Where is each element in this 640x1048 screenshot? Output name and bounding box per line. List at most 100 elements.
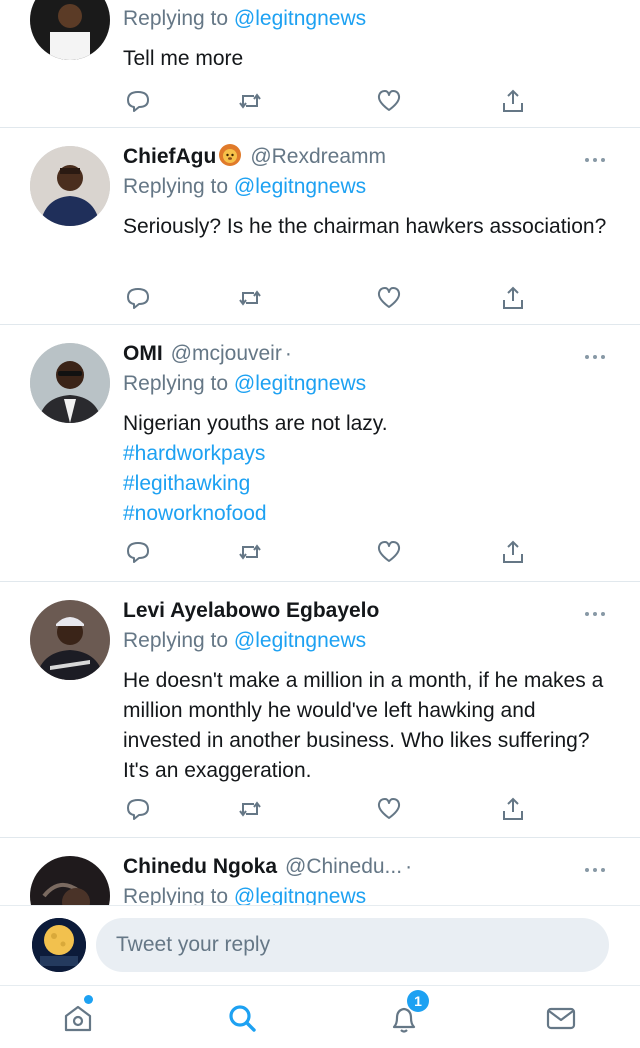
retweet-icon	[235, 794, 265, 824]
share-icon	[498, 794, 528, 824]
reply-prefix: Replying to	[123, 175, 229, 198]
lion-face-icon	[218, 143, 242, 167]
reply-handle-link[interactable]: @legitngnews	[234, 885, 366, 905]
like-icon	[374, 283, 404, 313]
hashtag-link[interactable]: #noworknofood	[123, 499, 610, 529]
reply-icon	[123, 86, 153, 116]
share-icon	[498, 537, 528, 567]
like-button[interactable]	[374, 283, 404, 313]
share-button[interactable]	[498, 86, 528, 116]
tweet-item[interactable]: Chinedu Ngoka @Chinedu... · Replying to @l…	[0, 838, 640, 905]
tweet-item[interactable]: ChiefAgu @Rexdreamm Replying to @legitngn…	[0, 128, 640, 325]
reply-button[interactable]	[123, 537, 153, 567]
tweet-text: Nigerian youths are not lazy. #hardworkp…	[123, 409, 610, 529]
reply-handle-link[interactable]: @legitngnews	[234, 372, 366, 395]
like-button[interactable]	[374, 794, 404, 824]
avatar[interactable]	[30, 600, 110, 680]
tweet-item[interactable]: OMI @mcjouveir · Replying to @legitngnews …	[0, 325, 640, 582]
search-icon	[222, 1005, 262, 1042]
retweet-icon	[235, 283, 265, 313]
reply-input[interactable]: Tweet your reply	[96, 918, 609, 972]
retweet-button[interactable]	[235, 794, 265, 824]
avatar[interactable]	[30, 0, 110, 60]
tweet-header: OMI @mcjouveir ·	[123, 339, 610, 369]
home-icon	[58, 1005, 98, 1042]
reply-prefix: Replying to	[123, 885, 229, 905]
like-button[interactable]	[374, 86, 404, 116]
tweet-text: He doesn't make a million in a month, if…	[123, 669, 604, 782]
reply-button[interactable]	[123, 283, 153, 313]
replying-to: Replying to @legitngnews	[123, 369, 610, 399]
tweet-actions	[123, 283, 523, 313]
display-name[interactable]: Levi Ayelabowo Egbayelo	[123, 599, 379, 622]
tweet-actions	[123, 537, 523, 567]
tweet-actions	[123, 794, 523, 824]
separator-dot: ·	[284, 342, 292, 365]
retweet-button[interactable]	[235, 537, 265, 567]
share-button[interactable]	[498, 794, 528, 824]
reply-icon	[123, 794, 153, 824]
tab-notifications[interactable]: 1	[384, 990, 429, 1038]
reply-button[interactable]	[123, 794, 153, 824]
like-button[interactable]	[374, 537, 404, 567]
tweet-header: ChiefAgu @Rexdreamm	[123, 142, 610, 172]
tab-home[interactable]	[58, 995, 98, 1038]
tweet-item[interactable]: Replying to @legitngnews Tell me more	[0, 0, 640, 128]
retweet-button[interactable]	[235, 86, 265, 116]
tweet-actions	[123, 86, 523, 116]
replying-to: Replying to @legitngnews	[123, 4, 610, 34]
share-button[interactable]	[498, 283, 528, 313]
current-user-avatar[interactable]	[32, 918, 86, 972]
like-icon	[374, 86, 404, 116]
new-content-dot	[84, 995, 93, 1004]
notifications-icon	[384, 1007, 424, 1042]
reply-button[interactable]	[123, 86, 153, 116]
user-handle[interactable]: @mcjouveir	[171, 342, 282, 365]
reply-handle-link[interactable]: @legitngnews	[234, 175, 366, 198]
reply-handle-link[interactable]: @legitngnews	[234, 7, 366, 30]
display-name[interactable]: OMI	[123, 342, 163, 365]
messages-icon	[541, 1007, 581, 1042]
more-options-icon[interactable]	[584, 606, 606, 616]
separator-dot: ·	[405, 855, 413, 878]
display-name[interactable]: Chinedu Ngoka	[123, 855, 277, 878]
tweet-item[interactable]: Levi Ayelabowo Egbayelo Replying to @leg…	[0, 582, 640, 838]
retweet-icon	[235, 537, 265, 567]
display-name[interactable]: ChiefAgu	[123, 145, 216, 168]
user-handle[interactable]: @Chinedu...	[285, 855, 402, 878]
replying-to: Replying to @legitngnews	[123, 626, 610, 656]
tab-search[interactable]	[222, 998, 262, 1038]
share-icon	[498, 283, 528, 313]
reply-prefix: Replying to	[123, 372, 229, 395]
tab-messages[interactable]	[541, 998, 581, 1038]
reply-icon	[123, 537, 153, 567]
hashtag-link[interactable]: #hardworkpays	[123, 439, 610, 469]
more-options-icon[interactable]	[584, 862, 606, 872]
replying-to: Replying to @legitngnews	[123, 882, 610, 905]
tweet-text-body: Nigerian youths are not lazy.	[123, 412, 388, 435]
share-icon	[498, 86, 528, 116]
bottom-tab-bar: 1	[0, 985, 640, 1048]
notifications-badge: 1	[407, 990, 429, 1012]
tweet-text: Tell me more	[123, 47, 244, 70]
tweet-header: Chinedu Ngoka @Chinedu... ·	[123, 852, 610, 882]
more-options-icon[interactable]	[584, 152, 606, 162]
reply-feed: Replying to @legitngnews Tell me more Ch…	[0, 0, 640, 905]
like-icon	[374, 794, 404, 824]
user-handle[interactable]: @Rexdreamm	[250, 145, 386, 168]
replying-to: Replying to @legitngnews	[123, 172, 610, 202]
reply-prefix: Replying to	[123, 629, 229, 652]
retweet-button[interactable]	[235, 283, 265, 313]
avatar[interactable]	[30, 856, 110, 905]
reply-handle-link[interactable]: @legitngnews	[234, 629, 366, 652]
share-button[interactable]	[498, 537, 528, 567]
retweet-icon	[235, 86, 265, 116]
hashtag-link[interactable]: #legithawking	[123, 469, 610, 499]
reply-icon	[123, 283, 153, 313]
avatar[interactable]	[30, 146, 110, 226]
reply-prefix: Replying to	[123, 7, 229, 30]
tweet-text: Seriously? Is he the chairman hawkers as…	[123, 215, 607, 238]
more-options-icon[interactable]	[584, 349, 606, 359]
reply-composer: Tweet your reply	[0, 905, 640, 985]
avatar[interactable]	[30, 343, 110, 423]
